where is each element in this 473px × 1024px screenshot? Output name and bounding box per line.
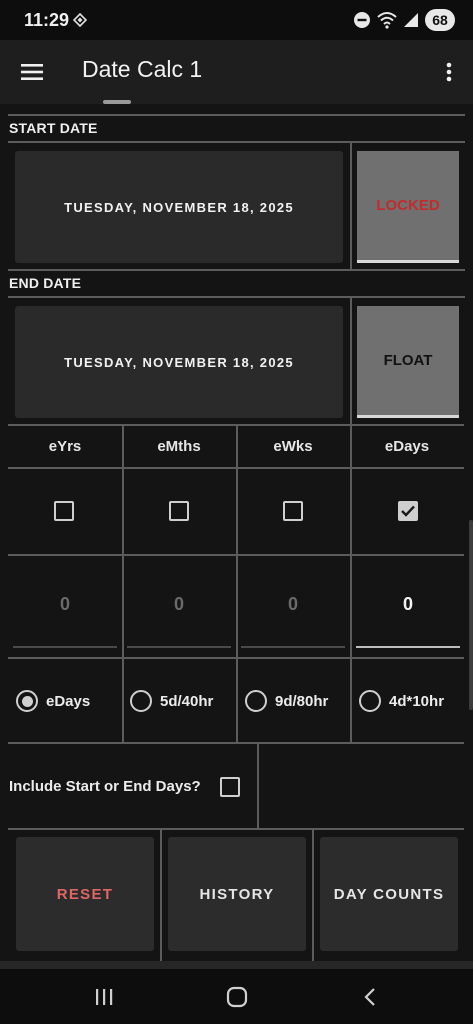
column-header-days: eDays — [384, 438, 430, 455]
schedule-option-4d10hr[interactable]: 4d*10hr — [359, 689, 444, 713]
signal-icon — [404, 13, 418, 27]
hamburger-menu-icon — [21, 64, 43, 80]
start-date-value: TUESDAY, NOVEMBER 18, 2025 — [64, 199, 294, 215]
days-value-field[interactable]: 0 — [356, 594, 460, 634]
more-vert-icon — [446, 62, 452, 82]
divider — [312, 829, 314, 961]
grid-line — [122, 425, 124, 743]
months-field-underline — [127, 646, 231, 648]
schedule-option-label: 9d/80hr — [275, 692, 329, 710]
radio-unselected-icon — [359, 690, 381, 712]
end-date-picker[interactable]: TUESDAY, NOVEMBER 18, 2025 — [15, 306, 343, 418]
divider — [8, 114, 465, 116]
months-value-field[interactable]: 0 — [127, 594, 231, 634]
grid-line — [236, 425, 238, 743]
column-header-years: eYrs — [48, 438, 82, 455]
column-header-weeks: eWks — [273, 438, 313, 455]
radio-unselected-icon — [130, 690, 152, 712]
page-title: Date Calc 1 — [82, 56, 203, 82]
schedule-option-5d40hr[interactable]: 5d/40hr — [130, 689, 213, 713]
weeks-value-field[interactable]: 0 — [241, 594, 345, 634]
radio-unselected-icon — [245, 690, 267, 712]
years-field-underline — [13, 646, 117, 648]
home-button[interactable] — [222, 983, 252, 1011]
notification-diamond-icon — [73, 13, 87, 27]
schedule-option-label: 4d*10hr — [389, 692, 445, 710]
divider — [350, 142, 352, 269]
recent-apps-icon — [96, 989, 113, 1005]
home-icon — [226, 986, 248, 1008]
include-days-label: Include Start or End Days? — [9, 778, 201, 795]
app-bar: Date Calc 1 — [0, 40, 473, 104]
do-not-disturb-icon — [354, 12, 370, 28]
schedule-option-label: eDays — [46, 692, 91, 710]
tab-indicator — [103, 100, 131, 104]
day-counts-button[interactable]: DAY COUNTS — [320, 837, 458, 951]
days-field-underline — [356, 646, 460, 648]
divider — [350, 297, 352, 424]
back-button[interactable] — [355, 983, 385, 1011]
grid-line — [8, 828, 464, 830]
bottom-strip — [0, 961, 473, 969]
years-value-field[interactable]: 0 — [13, 594, 117, 634]
weeks-field-underline — [241, 646, 345, 648]
status-time: 11:29 — [24, 10, 70, 30]
column-header-months: eMths — [157, 438, 201, 455]
start-date-picker[interactable]: TUESDAY, NOVEMBER 18, 2025 — [15, 151, 343, 263]
wifi-icon — [377, 12, 397, 29]
end-date-value: TUESDAY, NOVEMBER 18, 2025 — [64, 354, 294, 370]
check-icon — [401, 505, 415, 517]
grid-line — [350, 425, 352, 743]
battery-indicator: 68 — [425, 9, 455, 31]
divider — [8, 296, 465, 298]
reset-button[interactable]: RESET — [16, 837, 154, 951]
start-date-label: START DATE — [9, 120, 98, 136]
months-checkbox[interactable] — [169, 501, 189, 521]
end-date-mode-button[interactable]: FLOAT — [357, 306, 459, 418]
years-checkbox[interactable] — [54, 501, 74, 521]
status-bar: 11:29 68 — [0, 0, 473, 40]
end-date-label: END DATE — [9, 275, 82, 291]
scroll-edge-handle[interactable] — [469, 520, 473, 710]
schedule-option-9d80hr[interactable]: 9d/80hr — [245, 689, 328, 713]
menu-button[interactable] — [14, 54, 50, 90]
divider — [160, 829, 162, 961]
days-checkbox[interactable] — [398, 501, 418, 521]
include-days-checkbox[interactable] — [220, 777, 240, 797]
start-date-mode-button[interactable]: LOCKED — [357, 151, 459, 263]
history-button[interactable]: HISTORY — [168, 837, 306, 951]
back-icon — [364, 988, 375, 1006]
schedule-option-label: 5d/40hr — [160, 692, 214, 710]
schedule-option-edays[interactable]: eDays — [16, 689, 90, 713]
system-nav-bar — [0, 969, 473, 1024]
divider — [8, 269, 465, 271]
overflow-menu-button[interactable] — [437, 54, 461, 90]
weeks-checkbox[interactable] — [283, 501, 303, 521]
divider — [8, 141, 465, 143]
radio-selected-icon — [16, 690, 38, 712]
recent-apps-button[interactable] — [89, 983, 119, 1011]
grid-line — [257, 743, 259, 829]
